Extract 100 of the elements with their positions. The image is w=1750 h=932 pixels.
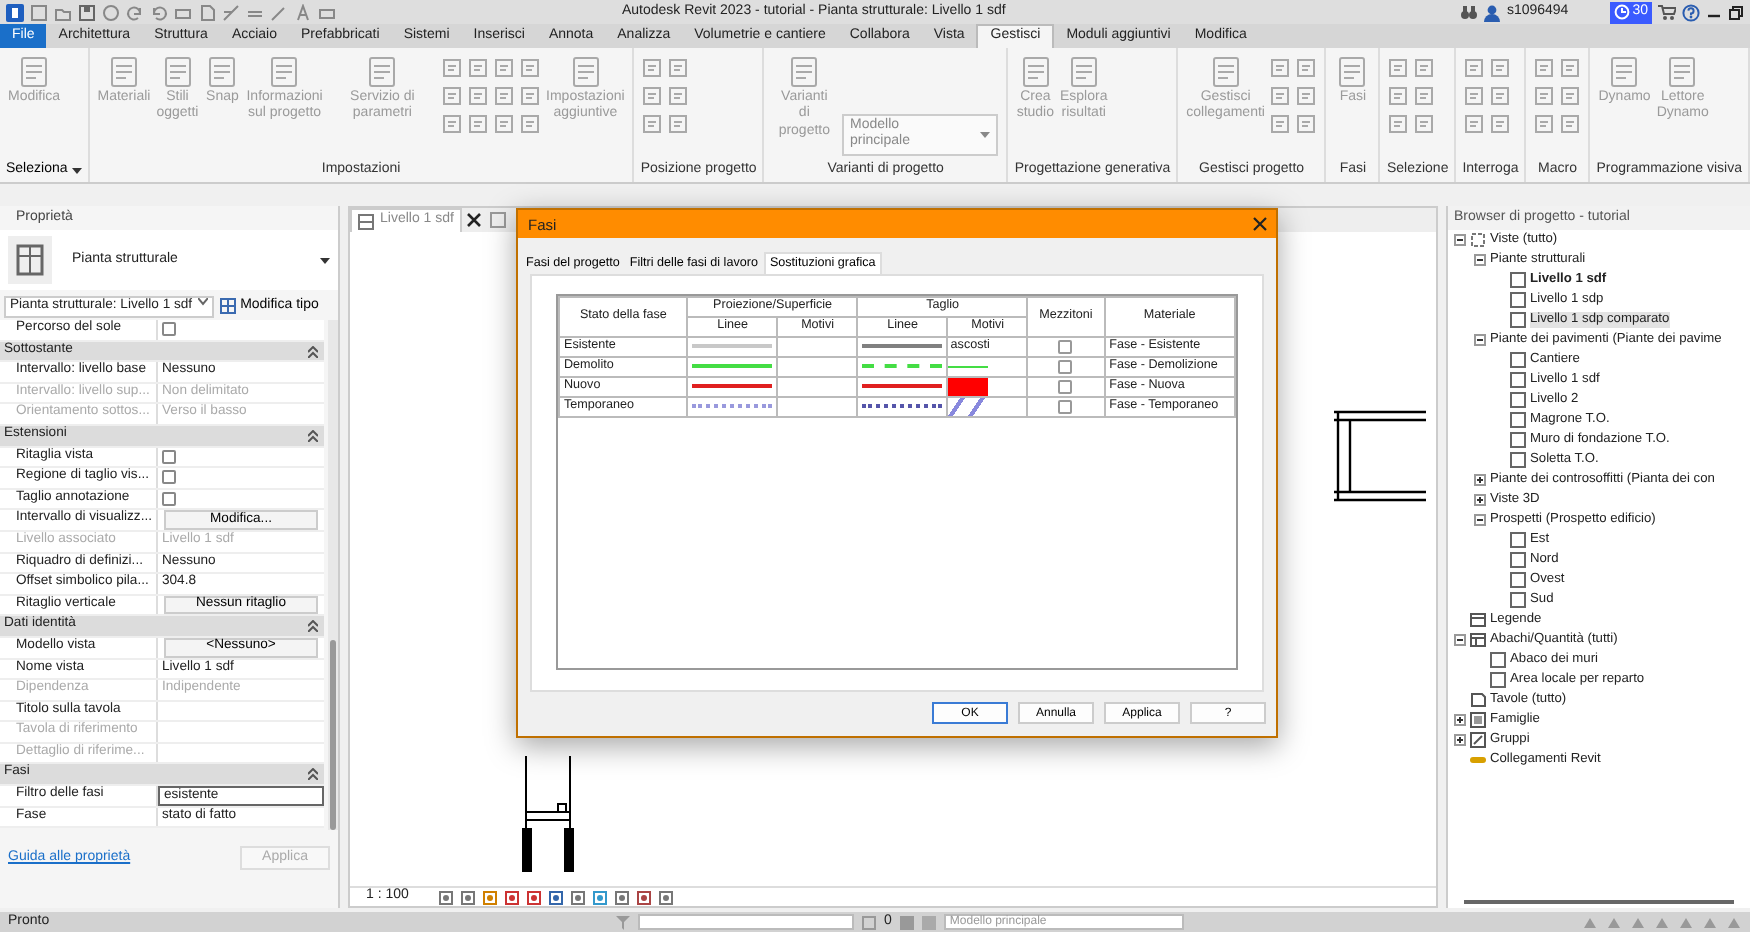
binoculars-icon[interactable] — [1460, 4, 1479, 20]
tool-icon[interactable] — [1296, 86, 1317, 106]
view-control-icon[interactable] — [438, 889, 455, 905]
view-control-icon[interactable] — [460, 889, 477, 905]
line-sample[interactable] — [862, 384, 943, 389]
view-control-icon[interactable] — [548, 889, 565, 905]
view-control-icon[interactable] — [570, 889, 587, 905]
square-icon[interactable] — [899, 915, 914, 929]
tool-icon[interactable] — [1270, 114, 1291, 134]
checkbox[interactable] — [162, 491, 176, 506]
tool-icon[interactable] — [1464, 86, 1485, 106]
collapse-icon[interactable] — [1454, 234, 1466, 246]
view-control-icon[interactable] — [592, 889, 609, 905]
tool-icon[interactable] — [668, 86, 689, 106]
collapse-icon[interactable] — [308, 429, 318, 442]
line-sample[interactable] — [692, 384, 773, 389]
view-control-icon[interactable] — [504, 889, 521, 905]
collapse-icon[interactable] — [1474, 334, 1486, 346]
tool-icon[interactable] — [494, 58, 515, 78]
tool-icon[interactable] — [642, 86, 663, 106]
tool-icon[interactable] — [442, 86, 463, 106]
collapse-icon[interactable] — [1474, 254, 1486, 266]
tool-icon[interactable] — [1464, 114, 1485, 134]
tool-icon[interactable] — [520, 58, 541, 78]
tool-icon[interactable] — [668, 114, 689, 134]
tool-icon[interactable] — [1270, 58, 1291, 78]
scrollbar[interactable] — [328, 320, 338, 830]
cart-icon[interactable] — [1658, 4, 1676, 20]
checkbox[interactable] — [1058, 339, 1073, 354]
checkbox[interactable] — [162, 322, 176, 336]
tool-icon[interactable] — [468, 86, 489, 106]
line-sample[interactable] — [862, 344, 943, 349]
checkbox[interactable] — [162, 449, 176, 464]
tool-icon[interactable] — [1560, 114, 1581, 134]
editable-icon[interactable] — [862, 915, 876, 929]
view-control-icon[interactable] — [482, 889, 499, 905]
line-sample[interactable] — [692, 404, 773, 409]
expand-icon[interactable] — [1454, 734, 1466, 746]
view-control-icon[interactable] — [636, 889, 653, 905]
tool-icon[interactable] — [494, 86, 515, 106]
collapse-icon[interactable] — [308, 620, 318, 633]
toolbar-icon[interactable] — [102, 3, 120, 21]
toolbar-icon[interactable] — [150, 3, 168, 21]
tool-icon[interactable] — [442, 114, 463, 134]
expand-icon[interactable] — [1474, 474, 1486, 486]
user-icon[interactable] — [1484, 3, 1501, 21]
close-icon[interactable] — [1252, 216, 1268, 232]
tool-icon[interactable] — [1388, 114, 1409, 134]
tool-icon[interactable] — [1414, 58, 1435, 78]
view-control-icon[interactable] — [526, 889, 543, 905]
collapse-icon[interactable] — [1474, 514, 1486, 526]
close-icon[interactable] — [465, 212, 482, 228]
tool-icon[interactable] — [1414, 114, 1435, 134]
tool-icon[interactable] — [1490, 58, 1511, 78]
pattern-sample[interactable] — [948, 397, 986, 416]
collapse-icon[interactable] — [308, 345, 318, 358]
square-icon[interactable] — [921, 915, 936, 929]
tool-icon[interactable] — [1534, 86, 1555, 106]
tool-icon[interactable] — [1296, 58, 1317, 78]
view-control-icon[interactable] — [614, 889, 631, 905]
tool-icon[interactable] — [1560, 86, 1581, 106]
tool-icon[interactable] — [1270, 86, 1291, 106]
toolbar-icon[interactable] — [294, 3, 312, 21]
checkbox[interactable] — [162, 470, 176, 485]
tool-icon[interactable] — [1490, 114, 1511, 134]
tool-icon[interactable] — [1388, 58, 1409, 78]
toolbar-icon[interactable] — [270, 3, 288, 21]
checkbox[interactable] — [1058, 379, 1073, 394]
view-tab-icon[interactable] — [489, 212, 506, 228]
restore-icon[interactable] — [1728, 4, 1744, 20]
tool-icon[interactable] — [1490, 86, 1511, 106]
tool-icon[interactable] — [1388, 86, 1409, 106]
toolbar-icon[interactable] — [222, 3, 240, 21]
tool-icon[interactable] — [520, 114, 541, 134]
tool-icon[interactable] — [494, 114, 515, 134]
tool-icon[interactable] — [642, 114, 663, 134]
tool-icon[interactable] — [1414, 86, 1435, 106]
tool-icon[interactable] — [1560, 58, 1581, 78]
collapse-icon[interactable] — [308, 768, 318, 781]
help-icon[interactable] — [1682, 3, 1700, 21]
tool-icon[interactable] — [1534, 58, 1555, 78]
workset-field[interactable] — [638, 914, 854, 930]
toolbar-icon[interactable] — [318, 3, 336, 21]
toolbar-icon[interactable] — [126, 3, 144, 21]
toolbar-icon[interactable] — [78, 3, 96, 21]
expand-icon[interactable] — [1454, 714, 1466, 726]
tool-icon[interactable] — [642, 58, 663, 78]
tool-icon[interactable] — [468, 114, 489, 134]
checkbox[interactable] — [1058, 399, 1073, 414]
view-control-icon[interactable] — [658, 889, 675, 905]
tool-icon[interactable] — [1464, 58, 1485, 78]
filter-icon[interactable] — [616, 915, 630, 929]
tool-icon[interactable] — [442, 58, 463, 78]
line-sample[interactable] — [862, 404, 943, 409]
checkbox[interactable] — [1058, 359, 1073, 374]
tool-icon[interactable] — [468, 58, 489, 78]
expand-icon[interactable] — [1474, 494, 1486, 506]
tool-icon[interactable] — [520, 86, 541, 106]
tool-icon[interactable] — [668, 58, 689, 78]
collapse-icon[interactable] — [1454, 634, 1466, 646]
